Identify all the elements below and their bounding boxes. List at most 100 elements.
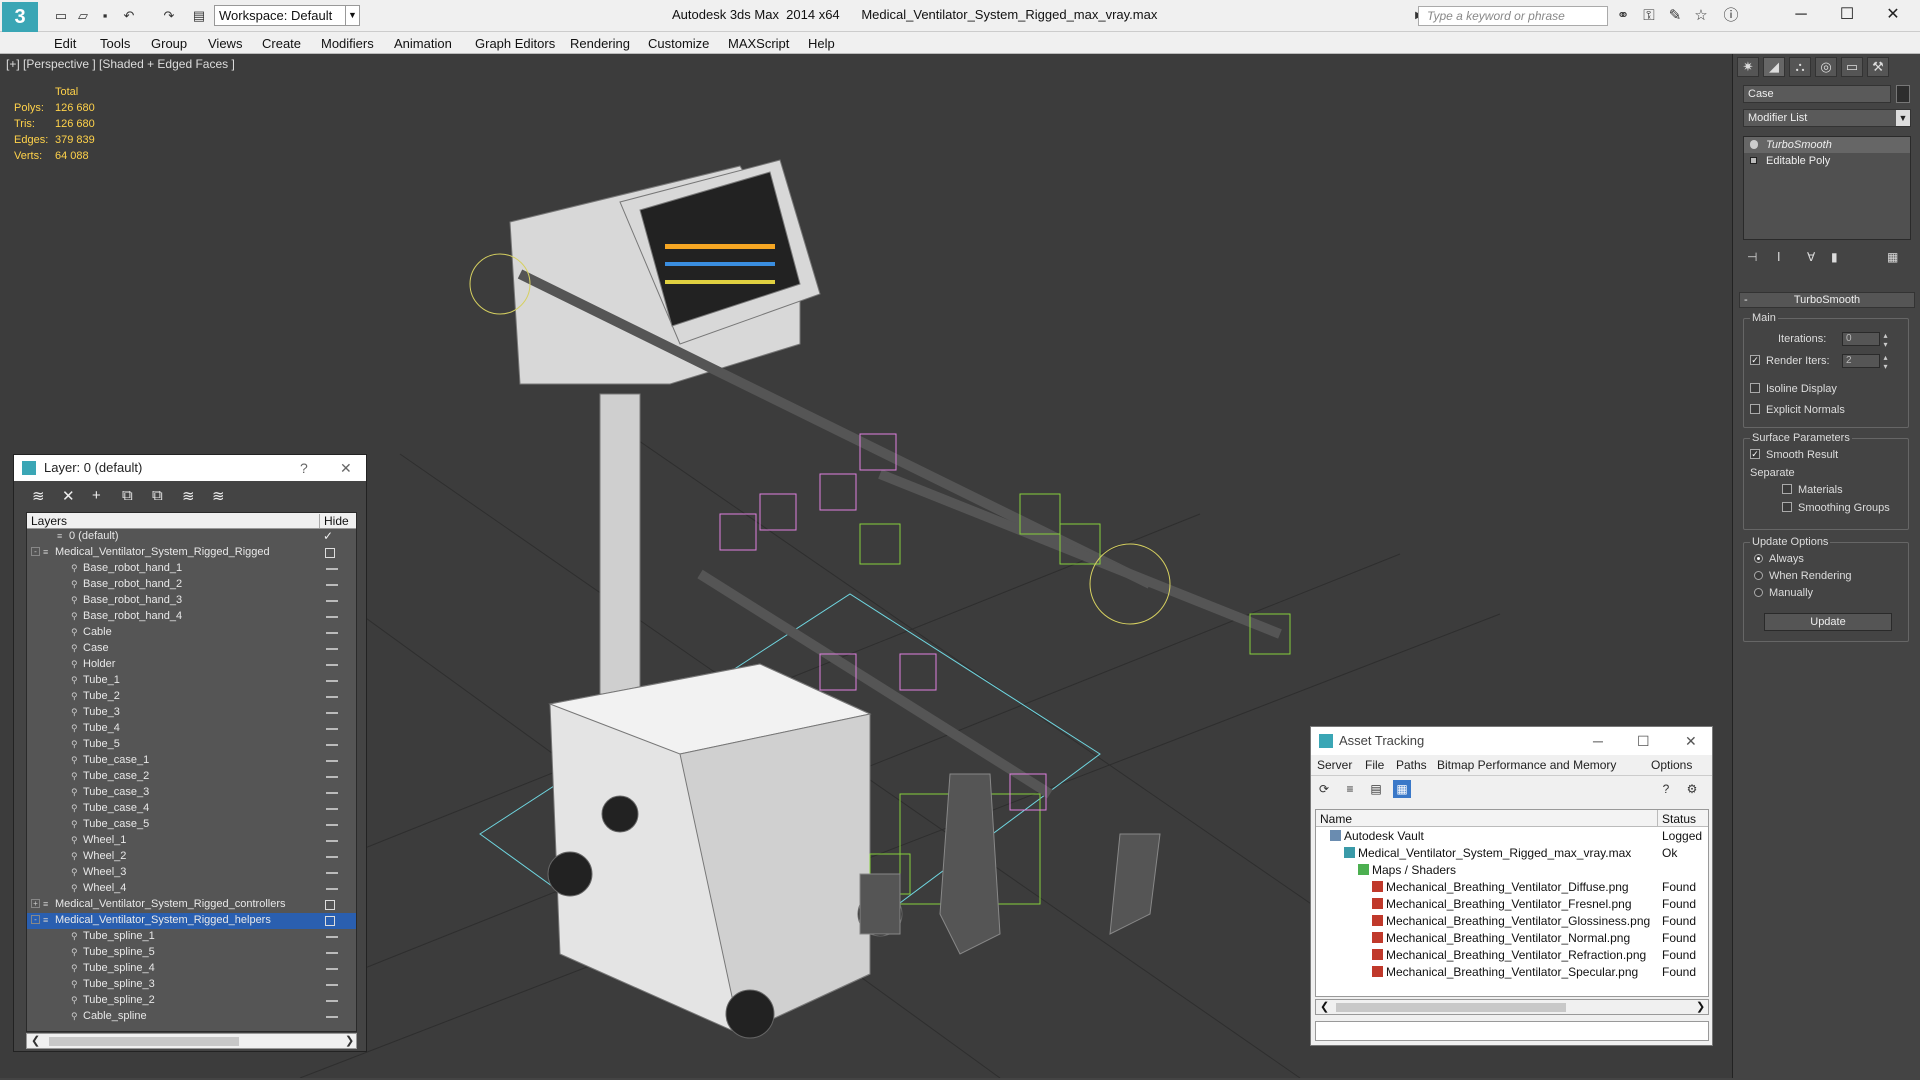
isoline-display-checkbox[interactable]: Isoline Display bbox=[1750, 383, 1837, 395]
hide-toggle[interactable] bbox=[326, 1000, 338, 1002]
menu-paths[interactable]: Paths bbox=[1396, 758, 1427, 772]
asset-path-field[interactable] bbox=[1315, 1021, 1709, 1041]
hide-toggle[interactable] bbox=[326, 776, 338, 778]
hide-all-icon[interactable]: ≋ bbox=[182, 487, 195, 505]
menu-rendering[interactable]: Rendering bbox=[570, 36, 630, 51]
checkbox[interactable] bbox=[1782, 502, 1792, 513]
settings-icon[interactable]: ⚙ bbox=[1683, 780, 1701, 798]
hide-toggle[interactable] bbox=[326, 632, 338, 634]
layer-object-item[interactable]: ⚲ Tube_spline_2 bbox=[27, 993, 356, 1009]
add-to-layer-icon[interactable]: + bbox=[92, 487, 101, 504]
communication-icon[interactable]: ✎ bbox=[1664, 7, 1686, 25]
asset-horizontal-scrollbar[interactable]: ❮ ❯ bbox=[1315, 999, 1709, 1015]
help-icon[interactable]: ? bbox=[300, 455, 308, 481]
hide-toggle[interactable] bbox=[326, 616, 338, 618]
menu-animation[interactable]: Animation bbox=[394, 36, 452, 51]
menu-options[interactable]: Options bbox=[1651, 758, 1692, 772]
hide-toggle[interactable] bbox=[326, 872, 338, 874]
hide-toggle[interactable] bbox=[326, 728, 338, 730]
hide-toggle[interactable] bbox=[326, 936, 338, 938]
asset-window-titlebar[interactable]: Asset Tracking ─ ☐ ✕ bbox=[1311, 727, 1712, 755]
hide-toggle[interactable] bbox=[326, 840, 338, 842]
when-rendering-radio[interactable]: When Rendering bbox=[1754, 570, 1852, 582]
modifier-list-dropdown[interactable]: Modifier List ▼ bbox=[1743, 109, 1911, 127]
layer-item[interactable]: ≡ 0 (default) ✓ bbox=[27, 529, 356, 545]
rollout-header[interactable]: - TurboSmooth bbox=[1739, 292, 1915, 308]
asset-row[interactable]: Medical_Ventilator_System_Rigged_max_vra… bbox=[1316, 844, 1708, 861]
menu-file[interactable]: File bbox=[1365, 758, 1384, 772]
radio-selected[interactable] bbox=[1754, 553, 1763, 563]
list-view-icon[interactable]: ≡ bbox=[1341, 780, 1359, 798]
workspace-dropdown[interactable]: Workspace: Default ▼ bbox=[214, 5, 360, 26]
show-end-result-icon[interactable]: Ⅰ bbox=[1777, 250, 1781, 264]
layer-object-item[interactable]: ⚲ Tube_spline_1 bbox=[27, 929, 356, 945]
layer-object-item[interactable]: ⚲ Base_robot_hand_3 bbox=[27, 593, 356, 609]
render-iters-spinner[interactable]: 2 bbox=[1842, 353, 1891, 371]
col-hide[interactable]: Hide bbox=[319, 514, 349, 528]
delete-layer-icon[interactable]: ✕ bbox=[62, 487, 75, 505]
layer-item[interactable]: - ≡ Medical_Ventilator_System_Rigged_Rigge… bbox=[27, 545, 356, 561]
minimize-button[interactable]: ─ bbox=[1593, 727, 1603, 755]
col-layers[interactable]: Layers bbox=[31, 514, 67, 528]
radio[interactable] bbox=[1754, 570, 1763, 580]
hide-toggle[interactable] bbox=[326, 856, 338, 858]
layer-object-item[interactable]: ⚲ Tube_case_4 bbox=[27, 801, 356, 817]
checkbox[interactable] bbox=[1750, 383, 1760, 394]
layer-object-item[interactable]: ⚲ Tube_5 bbox=[27, 737, 356, 753]
hide-toggle[interactable] bbox=[326, 744, 338, 746]
layer-object-item[interactable]: ⚲ Wheel_4 bbox=[27, 881, 356, 897]
layer-object-item[interactable]: ⚲ Case bbox=[27, 641, 356, 657]
layer-object-item[interactable]: ⚲ Wheel_3 bbox=[27, 865, 356, 881]
hide-toggle[interactable] bbox=[325, 900, 335, 910]
close-icon[interactable]: ✕ bbox=[340, 455, 352, 481]
layer-object-item[interactable]: ⚲ Cable bbox=[27, 625, 356, 641]
layer-object-item[interactable]: ⚲ Tube_case_5 bbox=[27, 817, 356, 833]
asset-row[interactable]: Mechanical_Breathing_Ventilator_Fresnel.… bbox=[1316, 895, 1708, 912]
manually-radio[interactable]: Manually bbox=[1754, 587, 1813, 599]
redo-icon[interactable]: ↷ bbox=[160, 8, 178, 24]
search-input[interactable]: Type a keyword or phrase bbox=[1418, 6, 1608, 26]
layer-object-item[interactable]: ⚲ Base_robot_hand_1 bbox=[27, 561, 356, 577]
checkbox[interactable] bbox=[1750, 404, 1760, 415]
layer-object-item[interactable]: ⚲ Cable_spline bbox=[27, 1009, 356, 1025]
menu-views[interactable]: Views bbox=[208, 36, 242, 51]
layer-object-item[interactable]: ⚲ Tube_case_3 bbox=[27, 785, 356, 801]
hide-toggle[interactable] bbox=[326, 952, 338, 954]
scroll-thumb[interactable] bbox=[1336, 1003, 1566, 1012]
modify-tab-icon[interactable]: ◢ bbox=[1763, 57, 1785, 77]
render-iters-checkbox[interactable]: ✓ Render Iters: bbox=[1750, 355, 1830, 367]
maximize-button[interactable]: ☐ bbox=[1637, 727, 1650, 755]
menu-help[interactable]: Help bbox=[808, 36, 835, 51]
asset-row[interactable]: Mechanical_Breathing_Ventilator_Normal.p… bbox=[1316, 929, 1708, 946]
help-icon[interactable]: ? bbox=[1657, 780, 1675, 798]
hide-toggle[interactable] bbox=[326, 984, 338, 986]
hide-toggle[interactable] bbox=[326, 664, 338, 666]
menu-bitmap-performance[interactable]: Bitmap Performance and Memory bbox=[1437, 758, 1616, 772]
close-button[interactable]: ✕ bbox=[1870, 2, 1916, 28]
favorites-star-icon[interactable]: ☆ bbox=[1690, 7, 1712, 25]
layer-object-item[interactable]: ⚲ Tube_1 bbox=[27, 673, 356, 689]
scroll-left-icon[interactable]: ❮ bbox=[1320, 1000, 1329, 1013]
hide-toggle[interactable] bbox=[326, 568, 338, 570]
undo-icon[interactable]: ↶ bbox=[120, 8, 138, 24]
menu-create[interactable]: Create bbox=[262, 36, 301, 51]
remove-modifier-icon[interactable]: ▮ bbox=[1831, 250, 1838, 264]
layer-object-item[interactable]: ⚲ Wheel_2 bbox=[27, 849, 356, 865]
collapse-icon[interactable]: - bbox=[31, 547, 40, 556]
layer-object-item[interactable]: ⚲ Tube_4 bbox=[27, 721, 356, 737]
new-file-icon[interactable]: ▭ bbox=[52, 8, 70, 24]
tree-view-icon[interactable]: ▤ bbox=[1367, 780, 1385, 798]
asset-row[interactable]: Maps / Shaders bbox=[1316, 861, 1708, 878]
new-layer-icon[interactable]: ≋ bbox=[32, 487, 45, 505]
smooth-result-checkbox[interactable]: ✓ Smooth Result bbox=[1750, 449, 1838, 461]
binoculars-icon[interactable]: ⚭ bbox=[1612, 7, 1634, 25]
iterations-spinner[interactable]: 0 bbox=[1842, 331, 1891, 349]
smoothing-groups-checkbox[interactable]: Smoothing Groups bbox=[1782, 502, 1890, 514]
hide-toggle[interactable] bbox=[325, 548, 335, 558]
display-tab-icon[interactable]: ▭ bbox=[1841, 57, 1863, 77]
open-file-icon[interactable]: ▱ bbox=[74, 8, 92, 24]
create-tab-icon[interactable]: ✷ bbox=[1737, 57, 1759, 77]
menu-group[interactable]: Group bbox=[151, 36, 187, 51]
stack-item-turbosmooth[interactable]: TurboSmooth bbox=[1744, 137, 1910, 153]
menu-modifiers[interactable]: Modifiers bbox=[321, 36, 374, 51]
